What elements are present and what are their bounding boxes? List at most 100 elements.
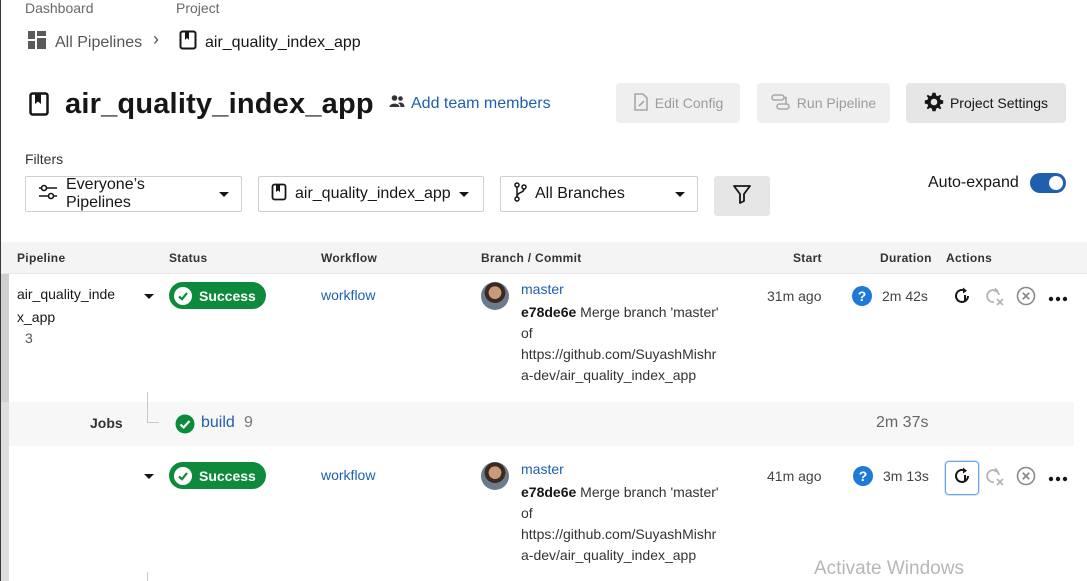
job-duration: 2m 37s <box>876 414 929 431</box>
avatar <box>481 462 509 490</box>
commit-message-line1: Merge branch 'master' <box>580 484 719 500</box>
page-title: air_quality_index_app <box>65 88 374 120</box>
branches-filter-dropdown[interactable]: All Branches <box>500 176 698 212</box>
filter-button[interactable] <box>714 176 770 216</box>
status-label: Success <box>199 467 256 484</box>
more-dots-icon <box>1048 469 1068 487</box>
commit-info: e78de6e Merge branch 'master' of https:/… <box>521 482 719 566</box>
job-tree-line <box>147 572 148 581</box>
chevron-down-icon <box>458 191 469 197</box>
expand-caret-icon[interactable] <box>144 294 154 299</box>
branch-link[interactable]: master <box>521 281 564 297</box>
commit-message-line3: https://github.com/SuyashMishr <box>521 526 717 542</box>
commit-message-line3: https://github.com/SuyashMishr <box>521 346 717 362</box>
pipeline-name-line2[interactable]: x_app <box>17 309 55 325</box>
run-pipeline-button[interactable]: Run Pipeline <box>757 83 890 123</box>
edit-config-button[interactable]: Edit Config <box>616 83 740 123</box>
auto-expand-toggle[interactable] <box>1030 173 1066 193</box>
more-dots-icon <box>1048 289 1068 307</box>
commit-message-line4: a-dev/air_quality_index_app <box>521 547 697 563</box>
expand-caret-icon[interactable] <box>144 474 154 479</box>
status-badge[interactable]: Success <box>169 462 266 489</box>
more-options-button[interactable] <box>1041 461 1075 495</box>
rerun-icon <box>952 466 972 491</box>
auto-expand-label: Auto-expand <box>928 174 1019 191</box>
more-options-button[interactable] <box>1041 281 1075 315</box>
project-filter-label: air_quality_index_app <box>295 185 451 202</box>
help-icon[interactable]: ? <box>852 286 872 306</box>
gear-icon <box>924 92 944 115</box>
pipeline-name-line1[interactable]: air_quality_inde <box>17 286 115 302</box>
funnel-icon <box>733 184 751 209</box>
job-success-icon <box>175 414 195 439</box>
branches-filter-label: All Branches <box>535 185 625 202</box>
job-number: 9 <box>244 414 253 431</box>
commit-hash[interactable]: e78de6e <box>521 484 576 500</box>
table-header: Pipeline Status Workflow Branch / Commit… <box>1 242 1087 274</box>
rerun-failed-button[interactable] <box>977 461 1011 495</box>
check-icon <box>174 466 192 485</box>
duration: 3m 13s <box>883 468 929 484</box>
rerun-failed-button[interactable] <box>977 281 1011 315</box>
column-header-duration: Duration <box>880 251 932 265</box>
breadcrumb-dashboard-label: Dashboard <box>25 0 94 16</box>
breadcrumb-current-label: air_quality_index_app <box>205 33 361 51</box>
pipelines-filter-label: Everyone’s Pipelines <box>66 176 145 211</box>
rerun-icon <box>952 286 972 311</box>
rerun-failed-icon <box>984 466 1004 491</box>
avatar <box>481 282 509 310</box>
dashboard-icon <box>27 30 47 55</box>
breadcrumb-all-pipelines[interactable]: All Pipelines <box>27 30 142 55</box>
start-time: 41m ago <box>767 468 822 484</box>
edit-config-label: Edit Config <box>654 95 724 111</box>
column-header-workflow: Workflow <box>321 251 378 265</box>
status-badge[interactable]: Success <box>169 282 266 309</box>
bookmark-icon <box>179 30 197 55</box>
rerun-button[interactable] <box>945 281 979 315</box>
jobs-label: Jobs <box>90 415 123 431</box>
git-branch-icon <box>513 181 527 207</box>
project-filter-dropdown[interactable]: air_quality_index_app <box>258 176 484 212</box>
rerun-button[interactable] <box>945 461 979 495</box>
help-icon[interactable]: ? <box>853 466 873 486</box>
column-header-actions: Actions <box>946 251 993 265</box>
close-circle-icon <box>1016 466 1036 491</box>
workflow-link[interactable]: workflow <box>321 287 375 303</box>
pipelines-filter-dropdown[interactable]: Everyone’s Pipelines <box>25 176 242 212</box>
workflow-link[interactable]: workflow <box>321 467 375 483</box>
branch-link[interactable]: master <box>521 461 564 477</box>
project-settings-button[interactable]: Project Settings <box>906 83 1066 123</box>
filters-label: Filters <box>25 151 64 167</box>
toggle-knob <box>1049 176 1063 190</box>
add-team-members-link[interactable]: Add team members <box>389 94 551 113</box>
cancel-button[interactable] <box>1009 461 1043 495</box>
start-time: 31m ago <box>767 288 822 304</box>
breadcrumb-current-project[interactable]: air_quality_index_app <box>179 30 361 55</box>
column-header-branch-commit: Branch / Commit <box>481 251 582 265</box>
breadcrumb-all-pipelines-label: All Pipelines <box>55 33 143 51</box>
people-icon <box>389 94 405 113</box>
column-header-status: Status <box>169 251 208 265</box>
project-settings-label: Project Settings <box>949 95 1049 111</box>
commit-message-line2: of <box>521 325 533 341</box>
file-edit-icon <box>633 92 649 114</box>
run-pipeline-label: Run Pipeline <box>796 95 877 111</box>
cancel-button[interactable] <box>1009 281 1043 315</box>
row-indicator-bar <box>1 274 9 402</box>
duration: 2m 42s <box>882 288 928 304</box>
activate-windows-watermark: Activate Windows <box>814 558 964 579</box>
job-name-link[interactable]: build <box>201 414 235 432</box>
job-tree-line <box>147 392 148 422</box>
status-label: Success <box>199 287 256 304</box>
rerun-failed-icon <box>984 286 1004 311</box>
chevron-down-icon <box>219 191 229 197</box>
chevron-down-icon <box>675 191 685 197</box>
commit-message-line4: a-dev/air_quality_index_app <box>521 367 697 383</box>
commit-hash[interactable]: e78de6e <box>521 304 576 320</box>
breadcrumb-separator: › <box>153 29 159 49</box>
commit-message-line2: of <box>521 505 533 521</box>
column-header-start: Start <box>793 251 822 265</box>
commit-info: e78de6e Merge branch 'master' of https:/… <box>521 302 719 386</box>
sliders-icon <box>38 184 58 205</box>
commit-message-line1: Merge branch 'master' <box>580 304 719 320</box>
